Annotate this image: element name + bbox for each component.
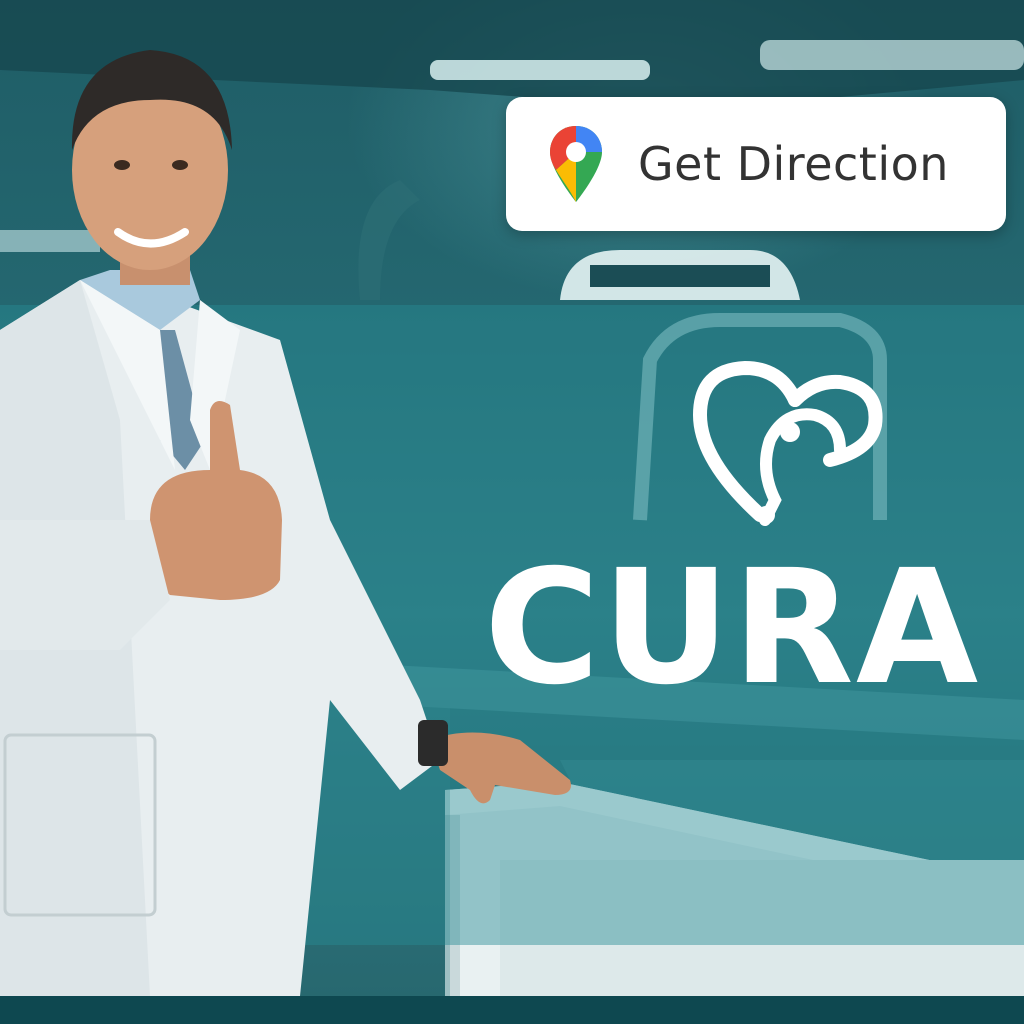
get-direction-label: Get Direction (638, 137, 949, 191)
brand-wordmark: CURA (484, 536, 981, 720)
bottom-strip (0, 996, 1024, 1024)
map-pin-icon (550, 126, 602, 202)
heart-stethoscope-icon (692, 360, 883, 526)
promo-canvas: Get Direction CURA (0, 0, 1024, 1024)
